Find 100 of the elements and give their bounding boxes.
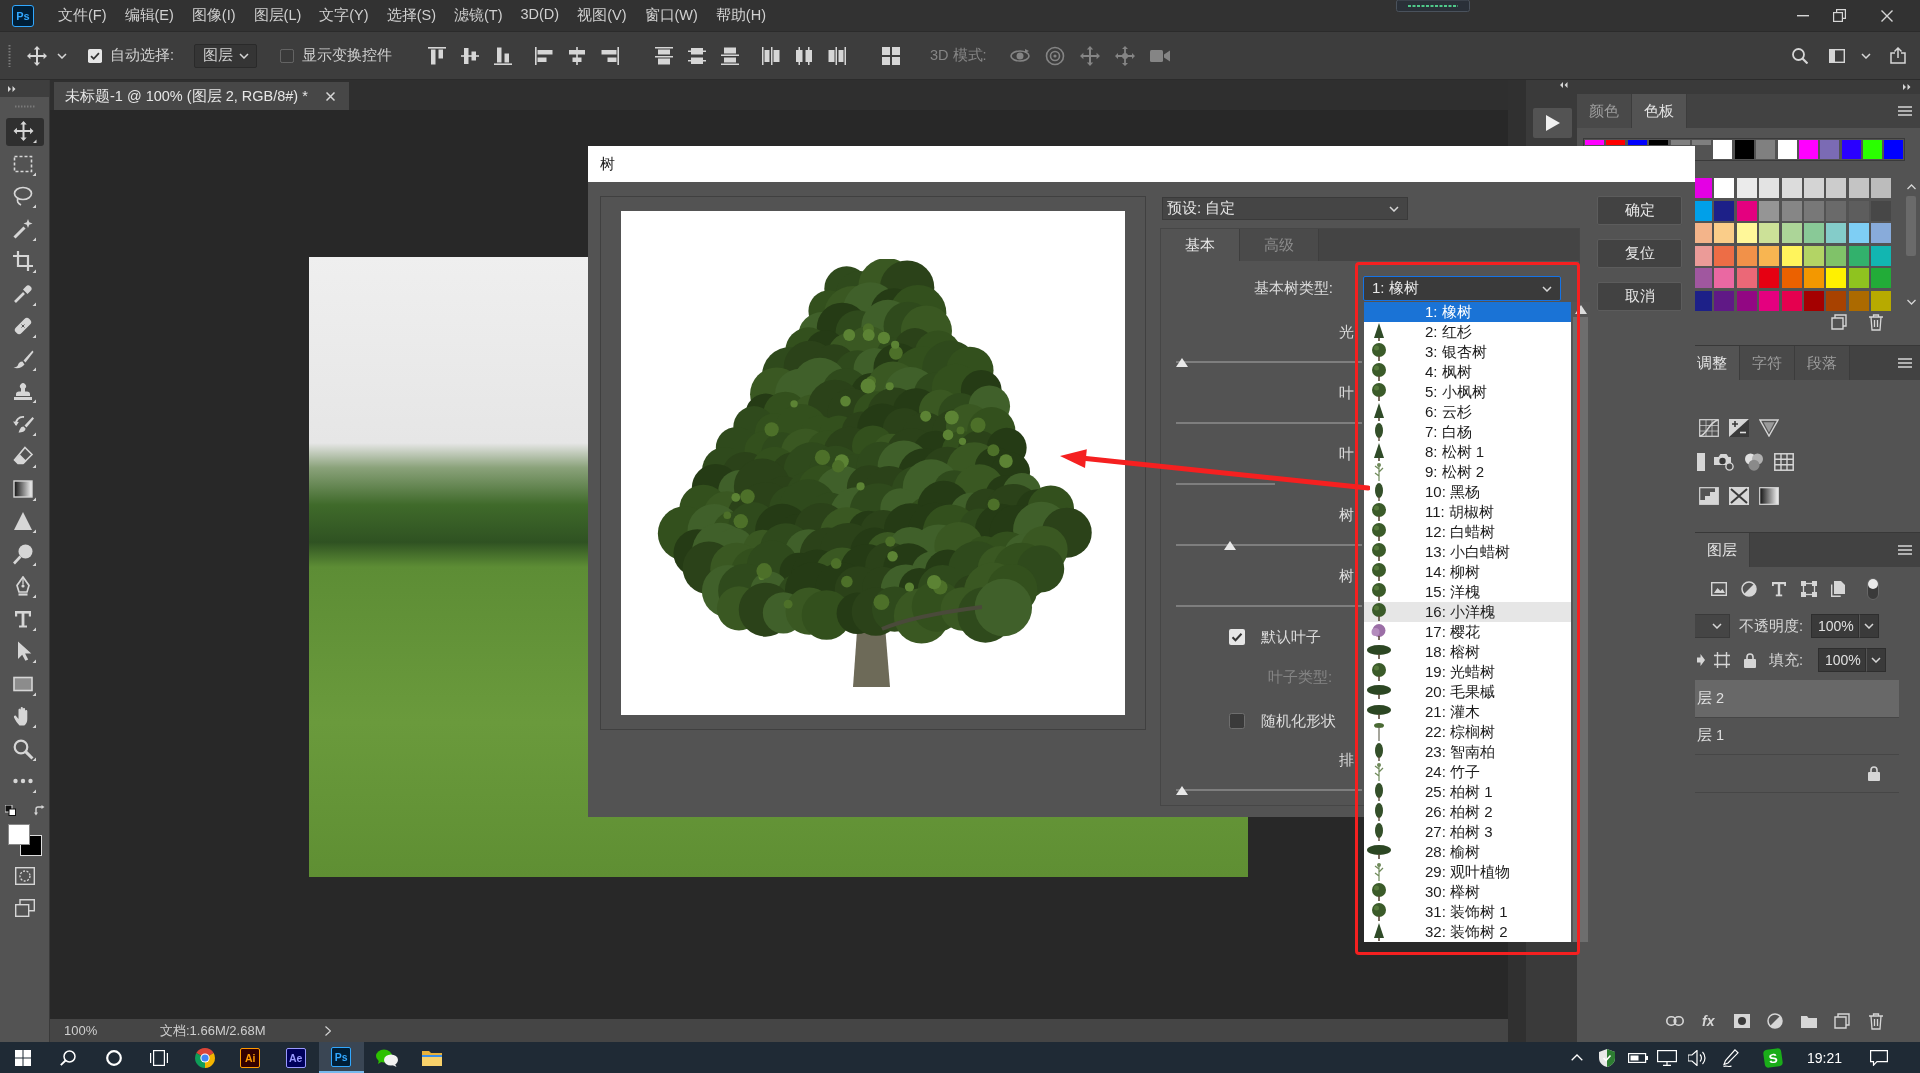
color-swatch[interactable] <box>1781 223 1802 243</box>
lock-icon[interactable] <box>1744 652 1756 668</box>
trash-icon[interactable] <box>1868 314 1884 331</box>
hand-icon[interactable] <box>13 706 36 729</box>
list-item[interactable]: 3: 银杏树 <box>1364 342 1571 362</box>
crossed-square-icon[interactable] <box>1729 487 1749 505</box>
tab[interactable]: 基本 <box>1161 229 1240 261</box>
close-icon[interactable] <box>326 91 335 101</box>
color-swatch[interactable] <box>1759 245 1780 266</box>
grid-icon[interactable] <box>1774 453 1794 471</box>
menu-icon[interactable] <box>1898 545 1912 555</box>
chevron-up-icon[interactable] <box>1570 1054 1583 1061</box>
restore-icon[interactable] <box>1833 9 1846 22</box>
checkbox[interactable] <box>280 48 294 63</box>
battery-icon[interactable] <box>1627 1052 1648 1063</box>
slider-thumb[interactable] <box>1175 357 1188 367</box>
color-swatch[interactable] <box>1759 178 1780 198</box>
circle-in-square-icon[interactable] <box>1733 1014 1750 1028</box>
color-swatch[interactable] <box>1736 290 1757 311</box>
brush-icon[interactable] <box>13 348 36 371</box>
list-item[interactable]: 7: 白杨 <box>1364 422 1571 442</box>
color-swatch[interactable] <box>1781 268 1802 288</box>
color-swatch[interactable] <box>1848 290 1869 311</box>
list-item[interactable]: 27: 柏树 3 <box>1364 822 1571 842</box>
tree-type-dropdown[interactable]: 1: 橡树 <box>1363 276 1561 301</box>
color-swatch[interactable] <box>1863 140 1883 159</box>
shield-icon[interactable] <box>1598 1048 1615 1067</box>
four-squares-icon[interactable] <box>882 46 900 65</box>
scroll-up-icon[interactable] <box>1574 305 1587 314</box>
list-item[interactable]: 5: 小枫树 <box>1364 382 1571 402</box>
cancel-button[interactable]: 取消 <box>1597 282 1682 311</box>
gradient-triangle-icon[interactable] <box>1759 419 1779 437</box>
speaker-icon[interactable] <box>1687 1049 1706 1066</box>
color-swatch[interactable] <box>1714 290 1735 311</box>
color-swatch[interactable] <box>1884 140 1904 159</box>
reset-button[interactable]: 复位 <box>1597 239 1682 268</box>
folder-icon[interactable] <box>1800 1014 1817 1028</box>
color-swatch[interactable] <box>1759 200 1780 221</box>
color-swatch[interactable] <box>1714 223 1735 243</box>
double-chevron-left-icon[interactable] <box>1560 82 1568 88</box>
preset-dropdown[interactable]: 预设: 自定 <box>1162 197 1408 220</box>
menu-item[interactable]: 选择(S) <box>386 6 436 25</box>
list-item[interactable]: 29: 观叶植物 <box>1364 862 1571 882</box>
list-item[interactable]: 32: 装饰树 2 <box>1364 922 1571 942</box>
crop-icon[interactable] <box>13 251 36 274</box>
align-left-icon[interactable] <box>535 46 553 65</box>
gradient-icon[interactable] <box>13 478 36 501</box>
double-chevron-right-icon[interactable] <box>8 85 16 92</box>
dropdown-button[interactable] <box>1866 648 1886 672</box>
triangle-icon[interactable] <box>13 511 36 534</box>
move-icon[interactable] <box>5 118 44 147</box>
color-swatch[interactable] <box>1826 245 1847 266</box>
list-item[interactable]: 20: 毛果槭 <box>1364 682 1571 702</box>
image-icon[interactable] <box>1711 582 1727 596</box>
list-item[interactable]: 21: 灌木 <box>1364 702 1571 722</box>
color-swatch[interactable] <box>1848 245 1869 266</box>
notification-icon[interactable] <box>1870 1049 1888 1066</box>
document-icon[interactable] <box>1831 581 1845 597</box>
color-swatch[interactable] <box>1736 245 1757 266</box>
gradient-square-icon[interactable] <box>1759 487 1779 505</box>
color-swatch[interactable] <box>1734 140 1754 159</box>
color-squares-icon[interactable] <box>7 823 42 856</box>
list-item[interactable]: 31: 装饰树 1 <box>1364 902 1571 922</box>
eyedropper-icon[interactable] <box>13 283 36 306</box>
cross-arrows-icon[interactable] <box>1114 45 1135 66</box>
concentric-circles-icon[interactable] <box>1044 45 1065 66</box>
list-item[interactable]: 23: 智南柏 <box>1364 742 1571 762</box>
color-swatch[interactable] <box>1714 268 1735 288</box>
windows-logo-icon[interactable] <box>14 1049 31 1066</box>
list-item[interactable]: 1: 橡树 <box>1364 302 1571 322</box>
color-swatch[interactable] <box>1781 178 1802 198</box>
document-tab[interactable]: 未标题-1 @ 100% (图层 2, RGB/8#) * <box>54 82 349 110</box>
layer-row[interactable]: 层 2 <box>1695 680 1899 718</box>
color-swatch[interactable] <box>1848 223 1869 243</box>
color-swatch[interactable] <box>1736 223 1757 243</box>
circle-handle-icon[interactable] <box>13 543 36 566</box>
magnifier-icon[interactable] <box>13 738 36 761</box>
align-right-icon[interactable] <box>601 46 619 65</box>
pen-icon[interactable] <box>1722 1048 1739 1067</box>
scroll-down-icon[interactable] <box>1906 299 1916 305</box>
distribute-left-icon[interactable] <box>762 46 780 65</box>
color-swatch[interactable] <box>1826 290 1847 311</box>
color-swatch[interactable] <box>1714 178 1735 198</box>
menu-item[interactable]: 滤镜(T) <box>453 6 503 25</box>
list-item[interactable]: 8: 松树 1 <box>1364 442 1571 462</box>
color-swatch[interactable] <box>1803 245 1824 266</box>
camera-icon[interactable] <box>1714 453 1734 471</box>
slider-thumb[interactable] <box>1175 785 1188 795</box>
panel-tab[interactable]: 色板 <box>1632 94 1687 128</box>
menu-item[interactable]: 文字(Y) <box>319 6 369 25</box>
ring-icon[interactable] <box>105 1049 122 1066</box>
color-swatch[interactable] <box>1736 268 1757 288</box>
opacity-field[interactable]: 100% <box>1811 614 1859 638</box>
dashed-rectangle-icon[interactable] <box>13 153 36 176</box>
color-swatch[interactable] <box>1848 268 1869 288</box>
list-item[interactable]: 30: 榉树 <box>1364 882 1571 902</box>
chevron-right-icon[interactable] <box>325 1025 331 1036</box>
app-logo[interactable]: Ai <box>240 1047 261 1068</box>
list-item[interactable]: 26: 柏树 2 <box>1364 802 1571 822</box>
color-swatch[interactable] <box>1713 140 1733 159</box>
